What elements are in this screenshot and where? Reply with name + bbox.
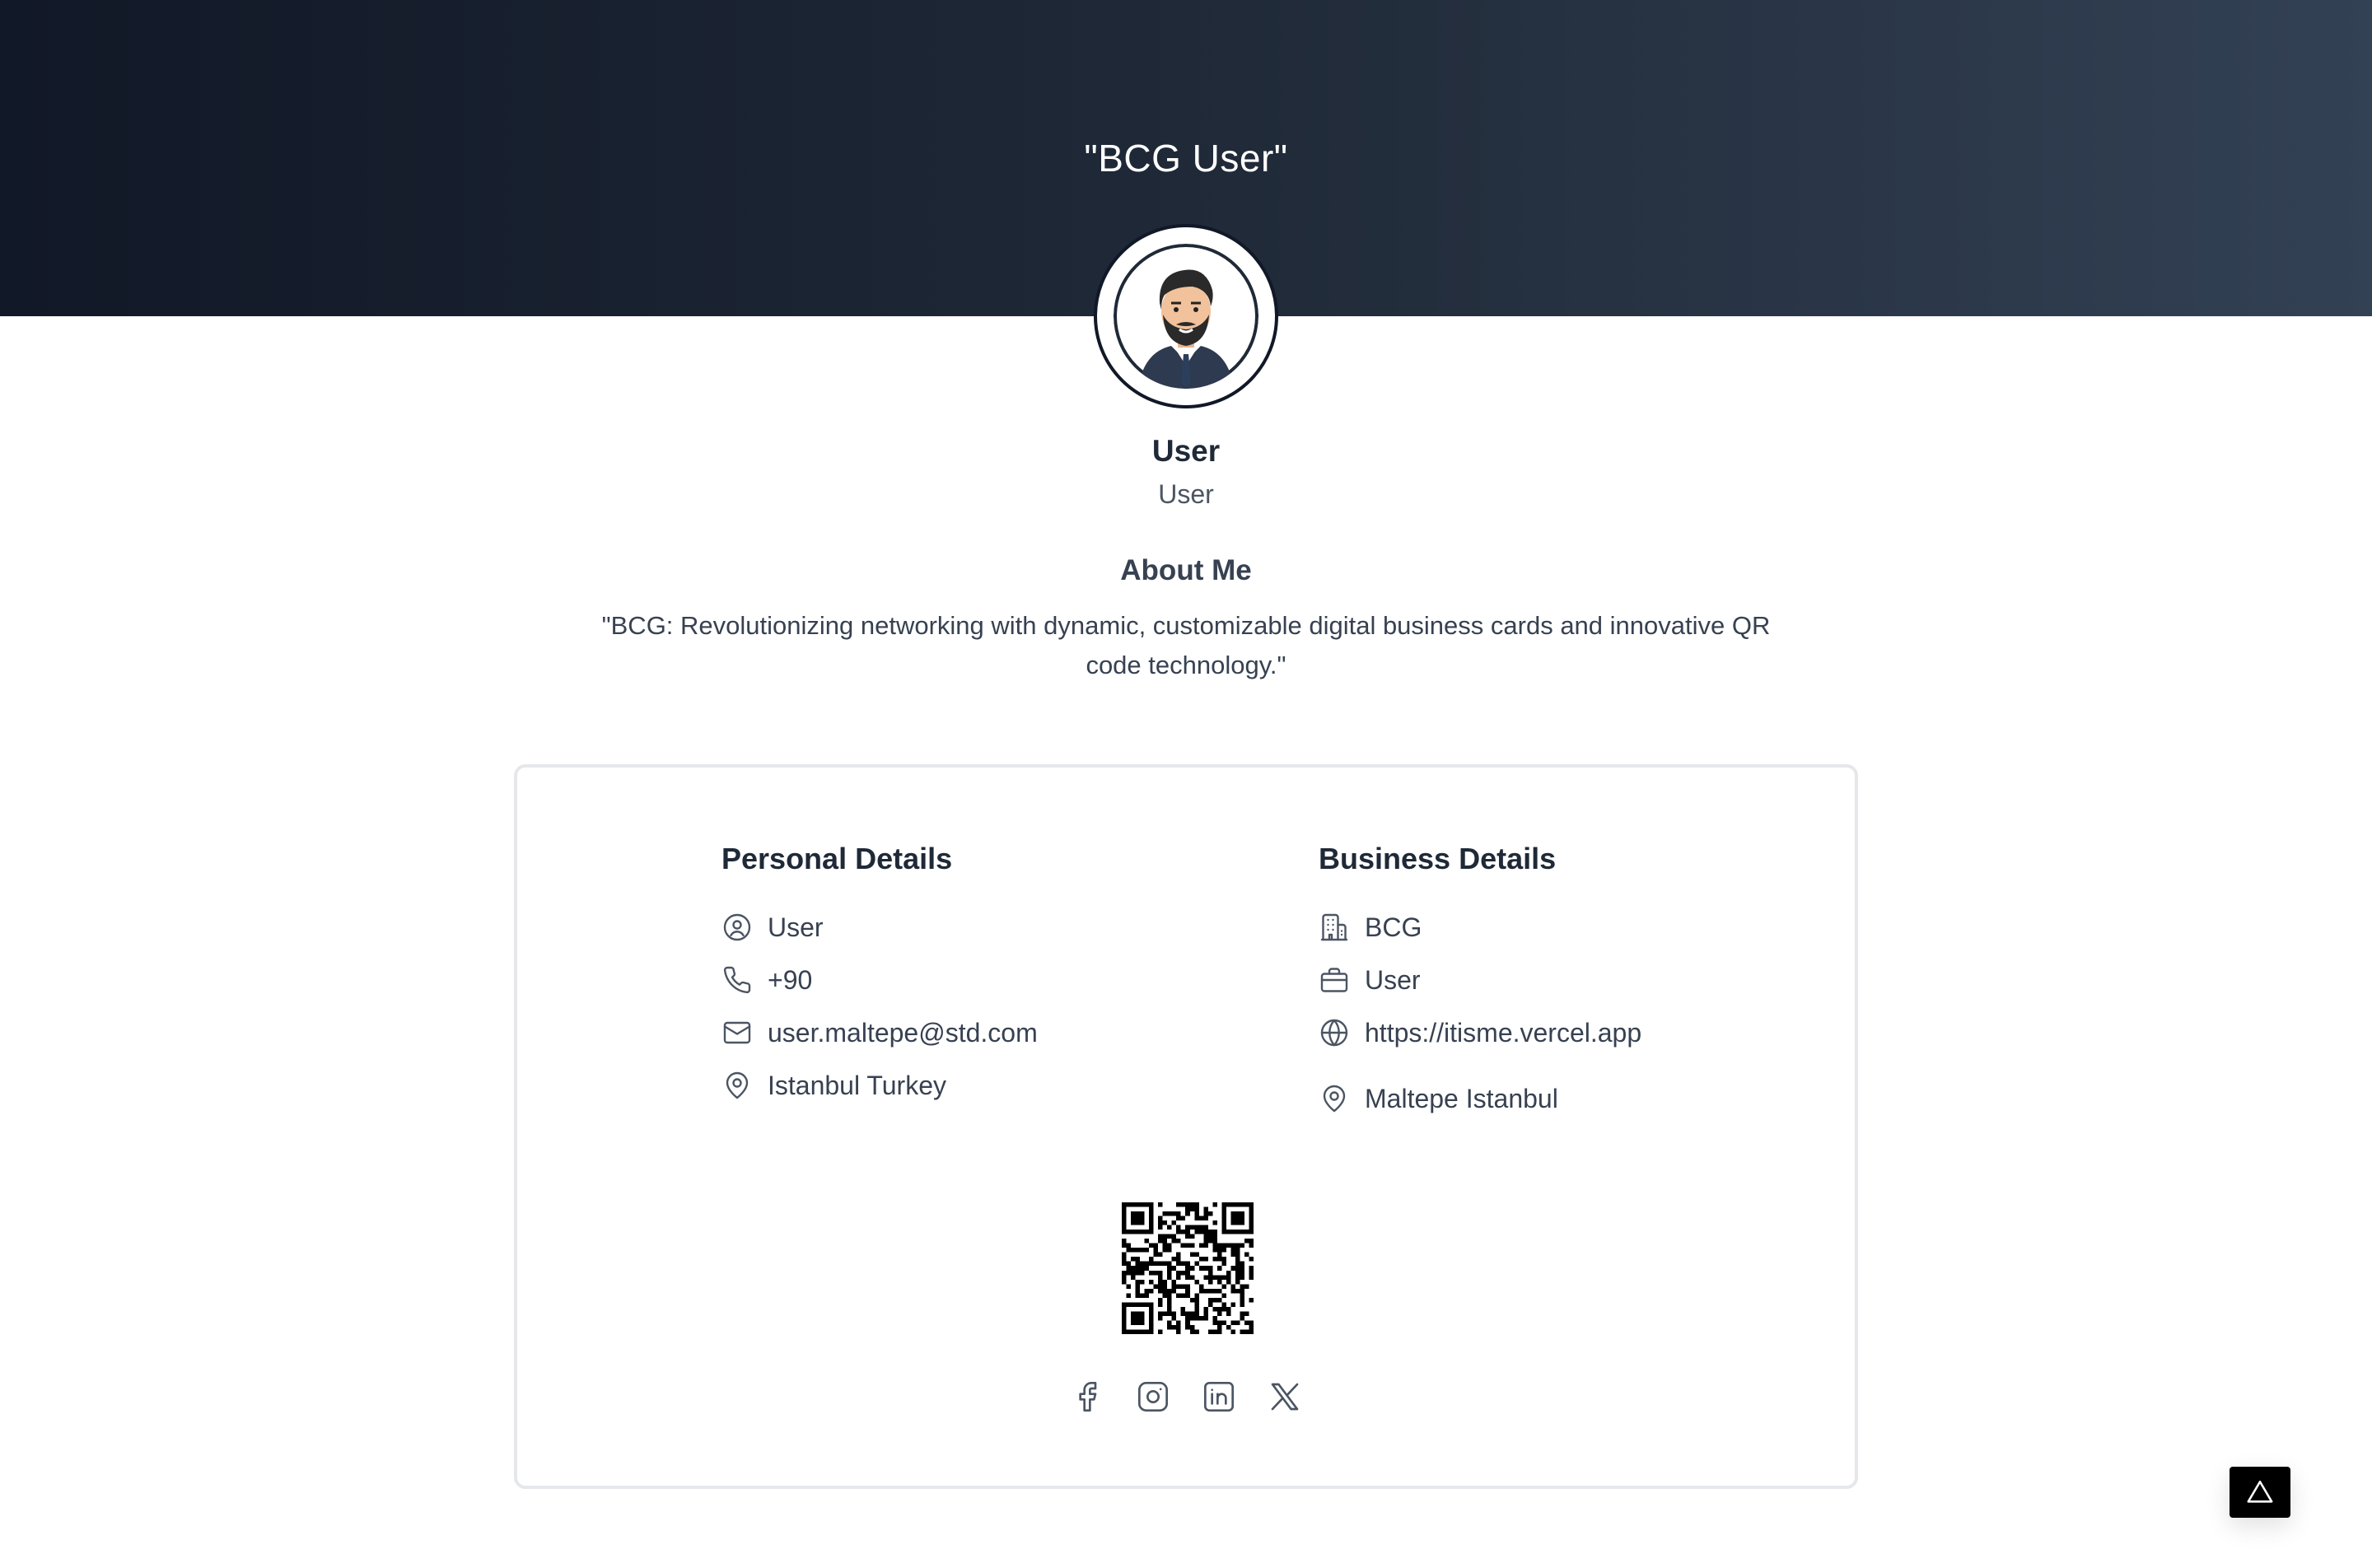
phone-icon xyxy=(721,964,753,996)
personal-location: Istanbul Turkey xyxy=(768,1070,946,1100)
facebook-icon[interactable] xyxy=(1071,1380,1104,1413)
instagram-icon[interactable] xyxy=(1137,1380,1170,1413)
briefcase-icon xyxy=(1319,964,1350,996)
profile-role: User xyxy=(1158,479,1214,509)
mail-icon xyxy=(721,1017,753,1048)
business-location-row: Maltepe Istanbul xyxy=(1319,1072,1829,1125)
personal-details: Personal Details User +90 user.maltepe@s… xyxy=(721,838,1232,1112)
avatar xyxy=(1094,224,1278,408)
personal-phone[interactable]: +90 xyxy=(768,965,812,996)
business-company-row: BCG xyxy=(1319,901,1829,954)
social-links xyxy=(517,1380,1855,1413)
personal-phone-row[interactable]: +90 xyxy=(721,954,1232,1006)
business-details: Business Details BCG User https://itisme… xyxy=(1319,838,1829,1125)
business-location: Maltepe Istanbul xyxy=(1365,1083,1558,1113)
personal-name: User xyxy=(768,912,824,942)
triangle-icon xyxy=(2247,1480,2273,1503)
x-twitter-icon[interactable] xyxy=(1268,1380,1301,1413)
person-avatar-icon xyxy=(1114,244,1258,389)
business-website-link[interactable]: https://itisme.vercel.app xyxy=(1365,1018,1641,1048)
business-company: BCG xyxy=(1365,912,1422,942)
details-card: Personal Details User +90 user.maltepe@s… xyxy=(514,764,1858,1489)
business-website-row[interactable]: https://itisme.vercel.app xyxy=(1319,1006,1829,1059)
qr-code-icon xyxy=(1122,1202,1254,1334)
page-title: "BCG User" xyxy=(1084,137,1288,180)
building-icon xyxy=(1319,912,1350,943)
globe-icon xyxy=(1319,1017,1350,1048)
linkedin-icon[interactable] xyxy=(1202,1380,1235,1413)
personal-email-row[interactable]: user.maltepe@std.com xyxy=(721,1006,1232,1059)
personal-email[interactable]: user.maltepe@std.com xyxy=(768,1018,1038,1048)
business-title-row: User xyxy=(1319,954,1829,1006)
personal-name-row: User xyxy=(721,901,1232,954)
profile-name: User xyxy=(1151,434,1221,468)
business-title: User xyxy=(1365,964,1421,995)
personal-location-row: Istanbul Turkey xyxy=(721,1059,1232,1112)
business-details-title: Business Details xyxy=(1319,842,1557,875)
floating-action-button[interactable] xyxy=(2230,1467,2290,1518)
about-title: About Me xyxy=(1120,554,1252,586)
map-pin-icon xyxy=(721,1070,753,1101)
about-text: "BCG: Revolutionizing networking with dy… xyxy=(601,611,1771,679)
personal-details-title: Personal Details xyxy=(721,842,953,875)
user-circle-icon xyxy=(721,912,753,943)
map-pin-icon xyxy=(1319,1083,1350,1114)
